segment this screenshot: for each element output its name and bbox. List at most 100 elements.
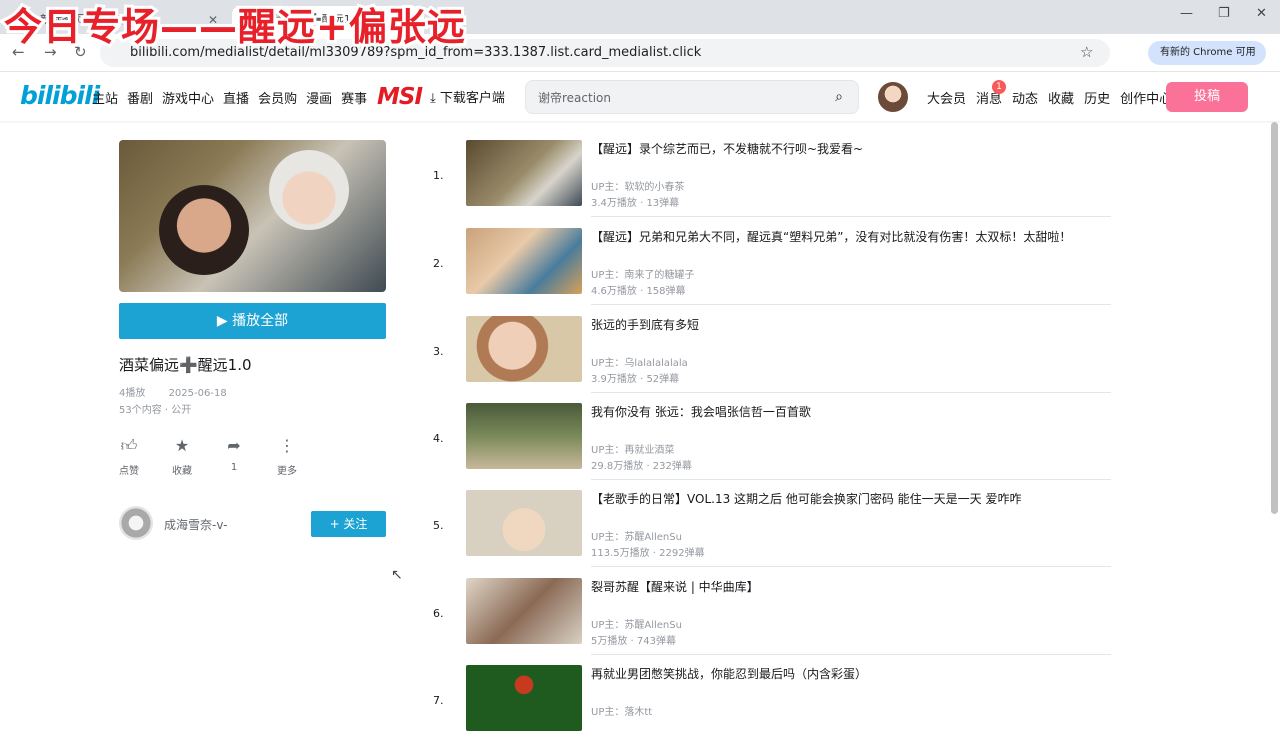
- more-button[interactable]: ⋮ 更多: [272, 436, 302, 477]
- divider: [591, 479, 1111, 480]
- video-thumbnail[interactable]: [466, 403, 582, 469]
- more-icon: ⋮: [279, 436, 295, 455]
- video-overlay-caption: 今日专场——醒远+偏张远: [1, 2, 468, 52]
- video-uploader[interactable]: UP主：乌lalalalalala: [591, 354, 688, 369]
- user-nav: 大会员 消息 动态 收藏 历史 创作中心: [927, 73, 1182, 121]
- video-title[interactable]: 张远的手到底有多短: [591, 316, 699, 333]
- cover-figure: [269, 150, 349, 230]
- nav-favorites[interactable]: 收藏: [1048, 88, 1074, 107]
- nav-history[interactable]: 历史: [1084, 88, 1110, 107]
- user-avatar[interactable]: [876, 80, 910, 114]
- video-uploader[interactable]: UP主：落木tt: [591, 703, 652, 718]
- window-close-icon[interactable]: ✕: [1256, 6, 1267, 21]
- divider: [591, 566, 1111, 567]
- video-stats: 5万播放 · 743弹幕: [591, 636, 676, 647]
- nav-dynamic[interactable]: 动态: [1012, 88, 1038, 107]
- page-scrollbar[interactable]: [1271, 122, 1278, 514]
- follow-button[interactable]: + 关注: [311, 511, 386, 537]
- video-thumbnail[interactable]: [466, 490, 582, 556]
- item-index: 4.: [433, 432, 444, 445]
- nav-vip[interactable]: 大会员: [927, 88, 966, 107]
- video-stats: 4.6万播放 · 158弹幕: [591, 286, 686, 297]
- nav-item-manga[interactable]: 漫画: [306, 88, 332, 107]
- like-label: 点赞: [119, 466, 139, 477]
- nav-item-esports[interactable]: 赛事: [341, 88, 367, 107]
- list-item[interactable]: 7. 再就业男团憋笑挑战，你能忍到最后吗（内含彩蛋） UP主：落木tt: [420, 664, 1112, 751]
- cover-figure: [159, 185, 249, 275]
- share-button[interactable]: ➦ 1: [219, 436, 249, 473]
- video-title[interactable]: 【醒远】兄弟和兄弟大不同，醒远真“塑料兄弟”，没有对比就没有伤害！太双标！太甜啦…: [591, 228, 1071, 245]
- list-item[interactable]: 6. 裂哥苏醒【醒来说 | 中华曲库】 UP主：苏醒AllenSu 5万播放 ·…: [420, 577, 1112, 664]
- search-box: ⌕: [525, 80, 859, 114]
- download-label: 下载客户端: [439, 91, 505, 106]
- browser-update-chip[interactable]: 有新的 Chrome 可用: [1148, 41, 1266, 65]
- playlist-actions: 👍︎ 点赞 ★ 收藏 ➦ 1 ⋮ 更多: [119, 436, 319, 477]
- nav-item-game-center[interactable]: 游戏中心: [162, 88, 214, 107]
- download-icon: ⤓: [430, 91, 436, 106]
- like-button[interactable]: 👍︎ 点赞: [114, 436, 144, 477]
- video-title[interactable]: 裂哥苏醒【醒来说 | 中华曲库】: [591, 578, 759, 595]
- search-input[interactable]: [536, 88, 806, 108]
- minimize-icon[interactable]: —: [1180, 6, 1193, 21]
- video-uploader[interactable]: UP主：苏醒AllenSu: [591, 528, 682, 543]
- owner-name[interactable]: 成海雪奈-v-: [164, 516, 227, 533]
- item-index: 5.: [433, 519, 444, 532]
- video-stats: 113.5万播放 · 2292弹幕: [591, 548, 705, 559]
- thumbs-up-icon: 👍︎: [120, 436, 138, 455]
- upload-button[interactable]: 投稿: [1166, 82, 1248, 112]
- video-thumbnail[interactable]: [466, 578, 582, 644]
- divider: [591, 304, 1111, 305]
- video-uploader[interactable]: UP主：再就业酒菜: [591, 441, 674, 456]
- video-title[interactable]: 我有你没有 张远：我会唱张信哲一百首歌: [591, 403, 811, 420]
- video-title[interactable]: 【醒远】录个综艺而已，不发糖就不行呗~我爱看~: [591, 140, 863, 157]
- item-index: 6.: [433, 607, 444, 620]
- favorite-button[interactable]: ★ 收藏: [167, 436, 197, 477]
- playlist-title: 酒菜偏远➕醒远1.0: [119, 356, 252, 374]
- share-count: 1: [230, 462, 238, 473]
- favorite-label: 收藏: [172, 466, 192, 477]
- item-index: 1.: [433, 169, 444, 182]
- share-icon: ➦: [227, 436, 241, 455]
- list-item[interactable]: 3. 张远的手到底有多短 UP主：乌lalalalalala 3.9万播放 · …: [420, 315, 1112, 402]
- video-title[interactable]: 【老歌手的日常】VOL.13 这期之后 他可能会换家门密码 能住一天是一天 爱咋…: [591, 490, 1021, 507]
- video-thumbnail[interactable]: [466, 228, 582, 294]
- list-item[interactable]: 1. 【醒远】录个综艺而已，不发糖就不行呗~我爱看~ UP主：软软的小春茶 3.…: [420, 139, 1112, 226]
- video-stats: 29.8万播放 · 232弹幕: [591, 461, 692, 472]
- search-icon[interactable]: ⌕: [824, 84, 854, 110]
- main-nav: 主站 番剧 游戏中心 直播 会员购 漫画 赛事: [92, 73, 376, 121]
- nav-creator-center[interactable]: 创作中心: [1120, 88, 1172, 107]
- nav-item-main[interactable]: 主站: [92, 88, 118, 107]
- playlist-date: 2025-06-18: [168, 388, 227, 399]
- nav-item-shop[interactable]: 会员购: [258, 88, 297, 107]
- mouse-cursor-icon: ↖: [391, 567, 403, 583]
- nav-item-anime[interactable]: 番剧: [127, 88, 153, 107]
- play-icon: ▶: [216, 313, 228, 329]
- msi-logo[interactable]: MSI: [377, 84, 423, 110]
- video-title[interactable]: 再就业男团憋笑挑战，你能忍到最后吗（内含彩蛋）: [591, 665, 867, 682]
- item-index: 7.: [433, 694, 444, 707]
- bookmark-star-icon[interactable]: ☆: [1080, 43, 1093, 61]
- video-uploader[interactable]: UP主：软软的小春茶: [591, 178, 684, 193]
- item-index: 2.: [433, 257, 444, 270]
- nav-item-live[interactable]: 直播: [223, 88, 249, 107]
- playlist-meta: 4播放 2025-06-18: [119, 384, 247, 399]
- item-index: 3.: [433, 345, 444, 358]
- list-item[interactable]: 5. 【老歌手的日常】VOL.13 这期之后 他可能会换家门密码 能住一天是一天…: [420, 489, 1112, 576]
- playlist-cover-image[interactable]: [119, 140, 386, 292]
- maximize-icon[interactable]: ❐: [1218, 6, 1230, 21]
- playlist-plays: 4播放: [119, 388, 146, 399]
- bilibili-logo[interactable]: bilibili: [20, 81, 100, 110]
- video-uploader[interactable]: UP主：南来了的糖罐子: [591, 266, 694, 281]
- divider: [591, 216, 1111, 217]
- play-all-button[interactable]: ▶ 播放全部: [119, 303, 386, 339]
- list-item[interactable]: 4. 我有你没有 张远：我会唱张信哲一百首歌 UP主：再就业酒菜 29.8万播放…: [420, 402, 1112, 489]
- video-stats: 3.4万播放 · 13弹幕: [591, 198, 680, 209]
- list-item[interactable]: 2. 【醒远】兄弟和兄弟大不同，醒远真“塑料兄弟”，没有对比就没有伤害！太双标！…: [420, 227, 1112, 314]
- download-client-link[interactable]: ⤓ 下载客户端: [430, 87, 505, 106]
- playlist-count-visibility: 53个内容 · 公开: [119, 405, 192, 416]
- video-uploader[interactable]: UP主：苏醒AllenSu: [591, 616, 682, 631]
- video-thumbnail[interactable]: [466, 665, 582, 731]
- video-thumbnail[interactable]: [466, 140, 582, 206]
- owner-avatar[interactable]: [119, 506, 153, 540]
- video-thumbnail[interactable]: [466, 316, 582, 382]
